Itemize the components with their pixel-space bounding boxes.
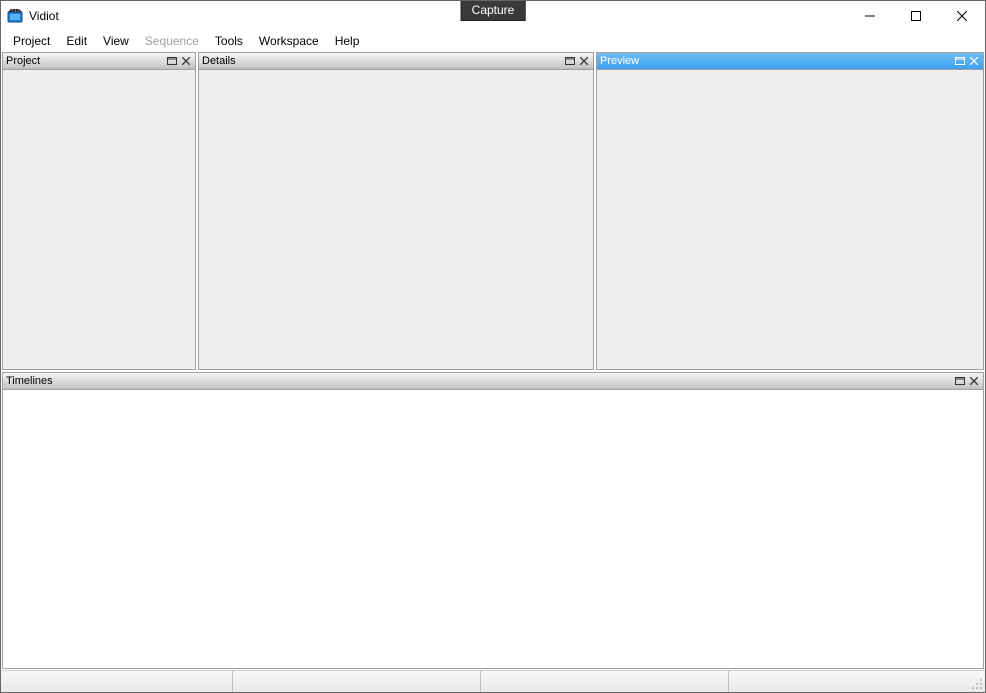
panel-preview-close-icon[interactable] — [967, 54, 981, 68]
panel-details-controls — [563, 54, 591, 68]
app-icon — [7, 8, 23, 24]
menu-workspace[interactable]: Workspace — [251, 32, 327, 50]
panel-timelines: Timelines — [2, 372, 984, 669]
menu-tools[interactable]: Tools — [207, 32, 251, 50]
panel-timelines-header[interactable]: Timelines — [3, 373, 983, 390]
capture-badge[interactable]: Capture — [461, 1, 526, 21]
panel-preview-title: Preview — [600, 55, 639, 67]
menu-project[interactable]: Project — [5, 32, 58, 50]
panel-project-controls — [165, 54, 193, 68]
panel-preview-maximize-icon[interactable] — [953, 54, 967, 68]
panel-timelines-title: Timelines — [6, 375, 53, 387]
panel-timelines-controls — [953, 374, 981, 388]
resize-grip-icon[interactable] — [971, 678, 983, 690]
menu-sequence: Sequence — [137, 32, 207, 50]
window-controls — [847, 1, 985, 31]
panel-project: Project — [2, 52, 196, 370]
close-button[interactable] — [939, 1, 985, 31]
panel-details-header[interactable]: Details — [199, 53, 593, 70]
panel-details-close-icon[interactable] — [577, 54, 591, 68]
panel-timelines-close-icon[interactable] — [967, 374, 981, 388]
panel-preview-header[interactable]: Preview — [597, 53, 983, 70]
status-cell-1 — [1, 671, 233, 692]
top-row: Project Details — [1, 51, 985, 371]
panel-project-body[interactable] — [3, 70, 195, 369]
panel-project-title: Project — [6, 55, 40, 67]
panel-timelines-body[interactable] — [3, 390, 983, 668]
status-cell-4 — [729, 671, 985, 692]
panel-preview-body[interactable] — [597, 70, 983, 369]
panel-details-maximize-icon[interactable] — [563, 54, 577, 68]
panel-details: Details — [198, 52, 594, 370]
status-bar — [1, 670, 985, 692]
capture-badge-label: Capture — [472, 3, 515, 17]
menu-help[interactable]: Help — [327, 32, 368, 50]
panel-preview-controls — [953, 54, 981, 68]
app-title: Vidiot — [29, 9, 59, 23]
status-cell-3 — [481, 671, 729, 692]
panel-details-body[interactable] — [199, 70, 593, 369]
menu-edit[interactable]: Edit — [58, 32, 95, 50]
panel-preview: Preview — [596, 52, 984, 370]
menu-view[interactable]: View — [95, 32, 137, 50]
panel-timelines-maximize-icon[interactable] — [953, 374, 967, 388]
menu-bar: Project Edit View Sequence Tools Workspa… — [1, 31, 985, 51]
panel-project-header[interactable]: Project — [3, 53, 195, 70]
maximize-button[interactable] — [893, 1, 939, 31]
workspace: Project Details — [1, 51, 985, 670]
status-cell-2 — [233, 671, 481, 692]
minimize-button[interactable] — [847, 1, 893, 31]
panel-project-close-icon[interactable] — [179, 54, 193, 68]
panel-details-title: Details — [202, 55, 236, 67]
panel-project-maximize-icon[interactable] — [165, 54, 179, 68]
title-left: Vidiot — [7, 8, 59, 24]
